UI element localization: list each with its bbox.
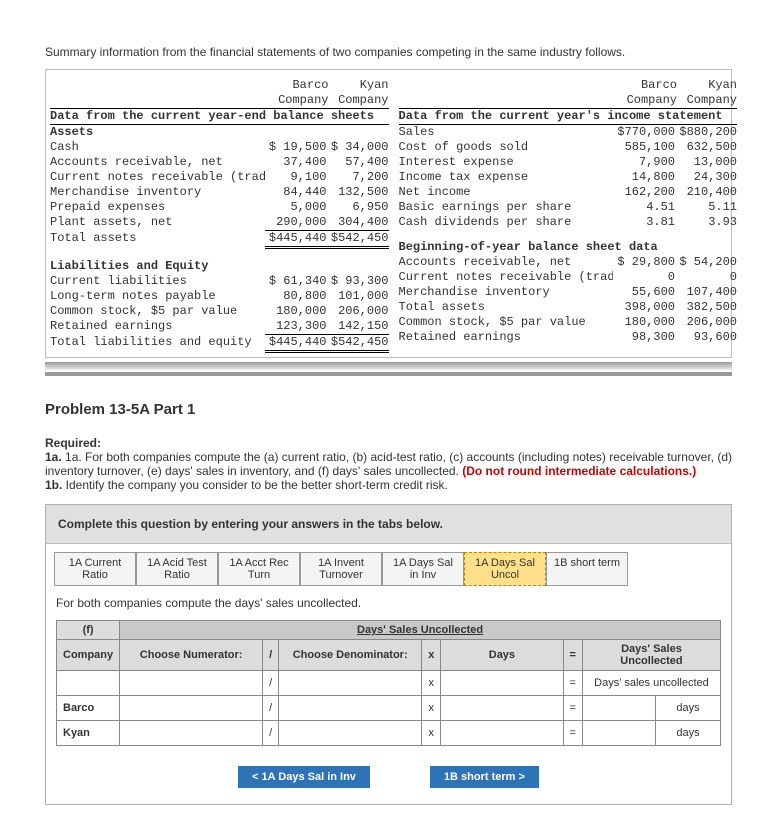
row-ltnp: Long-term notes payable: [50, 289, 265, 304]
liab-title: Liabilities and Equity: [50, 259, 389, 274]
tab-acid-test[interactable]: 1A Acid Test Ratio: [136, 552, 218, 586]
row-beps: Basic earnings per share: [399, 200, 614, 215]
boy-re: Retained earnings: [399, 330, 614, 345]
row-ni: Net income: [399, 185, 614, 200]
row-cs: Common stock, $5 par value: [50, 304, 265, 319]
tab-acct-rec[interactable]: 1A Acct Rec Turn: [218, 552, 300, 586]
hdr-company: Company: [57, 640, 120, 671]
tab-invent-turn[interactable]: 1A Invent Turnover: [300, 552, 382, 586]
prev-button[interactable]: < 1A Days Sal in Inv: [238, 766, 370, 788]
barco-days[interactable]: [447, 699, 560, 717]
row-cl: Current liabilities: [50, 274, 265, 289]
next-button[interactable]: 1B short term >: [430, 766, 539, 788]
row-ta: Total assets: [50, 231, 265, 249]
kyan-numer[interactable]: [126, 724, 260, 742]
req-1a: 1a. 1a. For both companies compute the (…: [45, 450, 732, 478]
panel-header: Complete this question by entering your …: [46, 505, 731, 544]
denominator-label-input[interactable]: [285, 674, 419, 692]
kyan-denom[interactable]: [285, 724, 419, 742]
boy-cs: Common stock, $5 par value: [399, 315, 614, 330]
corner-f: (f): [57, 621, 120, 640]
boy-ar: Accounts receivable, net: [399, 255, 614, 270]
col-kyan: Kyan: [329, 78, 389, 93]
tab-short-term[interactable]: 1B short term: [546, 552, 628, 586]
tab-days-sal-uncol[interactable]: 1A Days Sal Uncol: [464, 552, 546, 586]
left-title: Data from the current year-end balance s…: [50, 109, 389, 125]
row-itx: Income tax expense: [399, 170, 614, 185]
tabs: 1A Current Ratio 1A Acid Test Ratio 1A A…: [46, 544, 731, 586]
hdr-denominator: Choose Denominator:: [279, 640, 422, 671]
boy-ta: Total assets: [399, 300, 614, 315]
req-1b: 1b. Identify the company you consider to…: [45, 478, 448, 492]
assets-label: Assets: [50, 125, 389, 140]
row-barco: Barco: [57, 696, 120, 721]
hdr-days: Days: [441, 640, 563, 671]
hdr-eq: =: [563, 640, 582, 671]
divider-bar2: [45, 372, 732, 376]
boy-title: Beginning-of-year balance sheet data: [399, 240, 738, 255]
row-re: Retained earnings: [50, 319, 265, 335]
barco-numer[interactable]: [126, 699, 260, 717]
hdr-numerator: Choose Numerator:: [120, 640, 263, 671]
col-barco: Barco: [269, 78, 329, 93]
answer-panel: Complete this question by entering your …: [45, 504, 732, 805]
divider-bar: [45, 362, 732, 370]
numerator-label-input[interactable]: [126, 674, 260, 692]
boy-cnr: Current notes receivable (trade): [399, 270, 614, 285]
barco-result[interactable]: [589, 699, 653, 717]
right-title: Data from the current year's income stat…: [399, 109, 738, 125]
problem-title: Problem 13-5A Part 1: [45, 401, 732, 418]
hdr-result: Days' Sales Uncollected: [582, 640, 720, 671]
row-kyan: Kyan: [57, 721, 120, 746]
super-header: Days' Sales Uncollected: [120, 621, 721, 640]
row-sales: Sales: [399, 125, 614, 140]
row-int: Interest expense: [399, 155, 614, 170]
row-tle: Total liabilities and equity: [50, 335, 265, 353]
col-company: Company: [269, 93, 329, 108]
intro-text: Summary information from the financial s…: [45, 45, 732, 59]
barco-denom[interactable]: [285, 699, 419, 717]
kyan-days[interactable]: [447, 724, 560, 742]
calc-table: (f) Days' Sales Uncollected Company Choo…: [56, 620, 721, 746]
boy-merch: Merchandise inventory: [399, 285, 614, 300]
days-label-input[interactable]: [447, 674, 560, 692]
kyan-unit: days: [655, 721, 720, 746]
kyan-result[interactable]: [589, 724, 653, 742]
financial-table: BarcoKyan CompanyCompany Data from the c…: [45, 69, 732, 358]
row-ar: Accounts receivable, net: [50, 155, 265, 170]
row-cdps: Cash dividends per share: [399, 215, 614, 230]
barco-unit: days: [655, 696, 720, 721]
result-label: Days' sales uncollected: [582, 671, 720, 696]
required-label: Required:: [45, 436, 101, 450]
row-cash: Cash: [50, 140, 265, 155]
row-cnr: Current notes receivable (trade): [50, 170, 265, 185]
hdr-x: x: [422, 640, 441, 671]
row-cogs: Cost of goods sold: [399, 140, 614, 155]
tab-days-sal-inv[interactable]: 1A Days Sal in Inv: [382, 552, 464, 586]
tab-current-ratio[interactable]: 1A Current Ratio: [54, 552, 136, 586]
required-block: Required: 1a. 1a. For both companies com…: [45, 436, 732, 492]
row-prepaid: Prepaid expenses: [50, 200, 265, 215]
row-plant: Plant assets, net: [50, 215, 265, 231]
row-merch: Merchandise inventory: [50, 185, 265, 200]
tab-instruction: For both companies compute the days' sal…: [46, 586, 731, 620]
hdr-slash: /: [263, 640, 279, 671]
col-company2: Company: [329, 93, 389, 108]
